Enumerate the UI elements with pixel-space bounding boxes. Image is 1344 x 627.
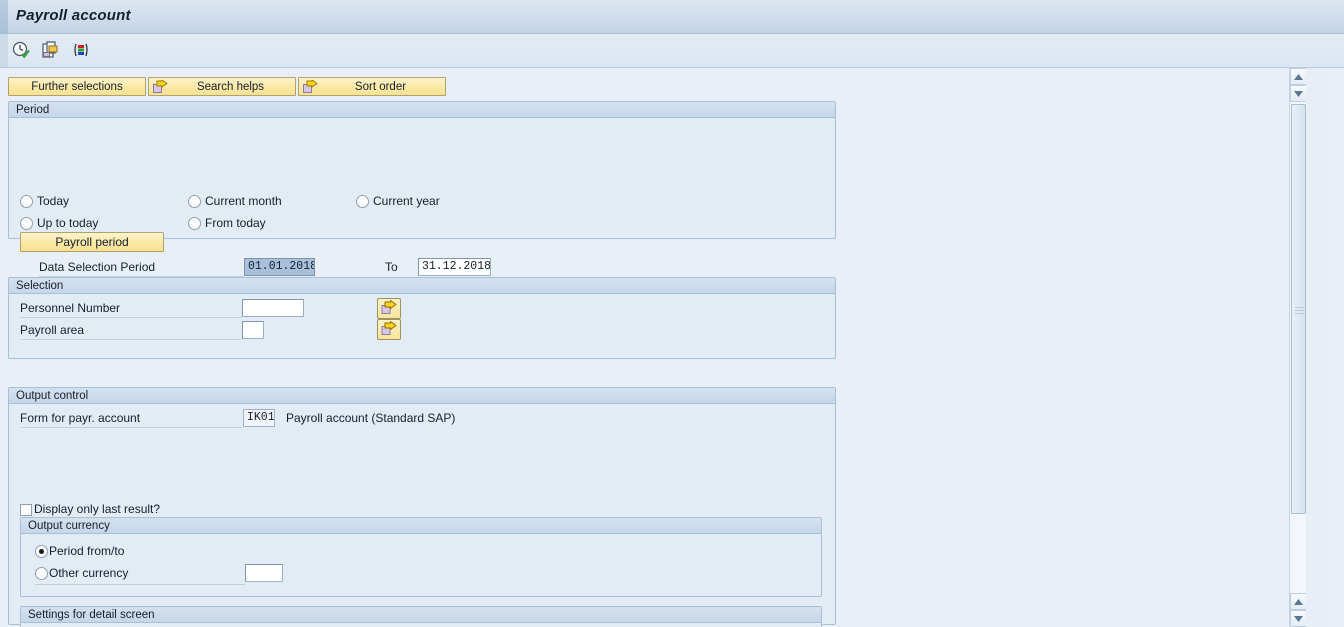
other-currency-underline	[35, 584, 245, 585]
radio-current-month[interactable]	[188, 195, 201, 208]
application-toolbar: © www.tutorialkart.com	[0, 34, 1344, 96]
yellow-arrow-icon	[303, 79, 318, 94]
label-current-year: Current year	[373, 194, 440, 208]
further-selections-button[interactable]: Further selections	[8, 77, 146, 96]
personnel-number-input[interactable]	[242, 299, 304, 317]
payroll-area-input[interactable]	[242, 321, 264, 339]
selection-screen-content: Further selections Search helps Sort ord…	[0, 68, 1306, 627]
selection-toolbar-buttons: Further selections Search helps Sort ord…	[8, 77, 446, 96]
sort-order-label: Sort order	[354, 80, 407, 93]
title-bar-left-edge	[0, 0, 8, 34]
data-selection-to-input[interactable]: 31.12.2018	[418, 258, 491, 276]
settings-for-detail-screen-title: Settings for detail screen	[21, 607, 821, 623]
scroll-bottom-up-button[interactable]	[1290, 593, 1306, 610]
chevron-down-icon	[1294, 615, 1303, 622]
window-scrollbar-gutter	[1327, 68, 1344, 627]
chevron-down-icon	[1294, 90, 1303, 97]
personnel-number-multiple-selection-button[interactable]	[377, 298, 401, 319]
output-currency-group-title: Output currency	[21, 518, 821, 534]
yellow-arrow-icon	[381, 299, 397, 318]
display-only-last-result-label: Display only last result?	[34, 502, 161, 516]
form-description-text: Payroll account (Standard SAP)	[286, 411, 456, 425]
payroll-area-multiple-selection-button[interactable]	[377, 319, 401, 340]
copy-variant-icon[interactable]	[40, 39, 62, 61]
label-period-from-to: Period from/to	[49, 544, 125, 558]
execute-clock-icon[interactable]	[10, 39, 32, 61]
payroll-area-underline	[20, 339, 242, 340]
output-control-group-title: Output control	[9, 388, 835, 404]
window-title-bar: Payroll account	[0, 0, 1344, 34]
scrollbar-thumb[interactable]	[1291, 104, 1306, 514]
data-selection-from-input[interactable]: 01.01.2018	[244, 258, 315, 276]
radio-other-currency[interactable]	[35, 567, 48, 580]
yellow-arrow-icon	[153, 79, 168, 94]
form-for-payr-account-input[interactable]: IK01	[243, 409, 275, 427]
radio-up-to-today[interactable]	[20, 217, 33, 230]
scroll-bottom-down-button[interactable]	[1290, 610, 1306, 627]
radio-from-today[interactable]	[188, 217, 201, 230]
settings-for-detail-screen-group: Settings for detail screen	[20, 606, 822, 627]
page-title: Payroll account	[16, 7, 131, 24]
period-group: Period	[8, 101, 836, 239]
personnel-number-label: Personnel Number	[20, 301, 121, 315]
display-only-last-result-checkbox[interactable]	[20, 504, 32, 516]
radio-today[interactable]	[20, 195, 33, 208]
form-for-payr-account-label: Form for payr. account	[20, 411, 141, 425]
search-helps-button[interactable]: Search helps	[148, 77, 296, 96]
payroll-area-label: Payroll area	[20, 323, 85, 337]
personnel-number-underline	[20, 317, 242, 318]
payroll-period-button[interactable]: Payroll period	[20, 232, 164, 252]
scroll-down-button[interactable]	[1290, 85, 1306, 102]
toolbar-left-edge	[0, 34, 8, 67]
chevron-up-icon	[1294, 73, 1303, 80]
payroll-period-label: Payroll period	[55, 235, 129, 249]
selection-group: Selection	[8, 277, 836, 359]
form-label-underline	[20, 427, 242, 428]
label-up-to-today: Up to today	[37, 216, 99, 230]
label-other-currency: Other currency	[49, 566, 129, 580]
radio-current-year[interactable]	[356, 195, 369, 208]
sort-order-button[interactable]: Sort order	[298, 77, 446, 96]
chevron-up-icon	[1294, 598, 1303, 605]
search-helps-label: Search helps	[196, 80, 265, 93]
color-bars-icon[interactable]	[70, 39, 92, 61]
other-currency-input[interactable]	[245, 564, 283, 582]
period-group-title: Period	[9, 102, 835, 118]
label-today: Today	[37, 194, 70, 208]
further-selections-label: Further selections	[31, 80, 123, 93]
label-from-today: From today	[205, 216, 266, 230]
radio-period-from-to[interactable]	[35, 545, 48, 558]
data-selection-to-label: To	[385, 260, 398, 274]
selection-group-title: Selection	[9, 278, 835, 294]
content-vertical-scrollbar[interactable]	[1289, 68, 1306, 627]
label-current-month: Current month	[205, 194, 282, 208]
data-selection-period-label: Data Selection Period	[39, 260, 156, 274]
toolbar-icon-group	[10, 39, 92, 61]
output-currency-group: Output currency	[20, 517, 822, 597]
scroll-up-button[interactable]	[1290, 68, 1306, 85]
yellow-arrow-icon	[381, 320, 397, 339]
scrollbar-grip	[1295, 307, 1304, 314]
